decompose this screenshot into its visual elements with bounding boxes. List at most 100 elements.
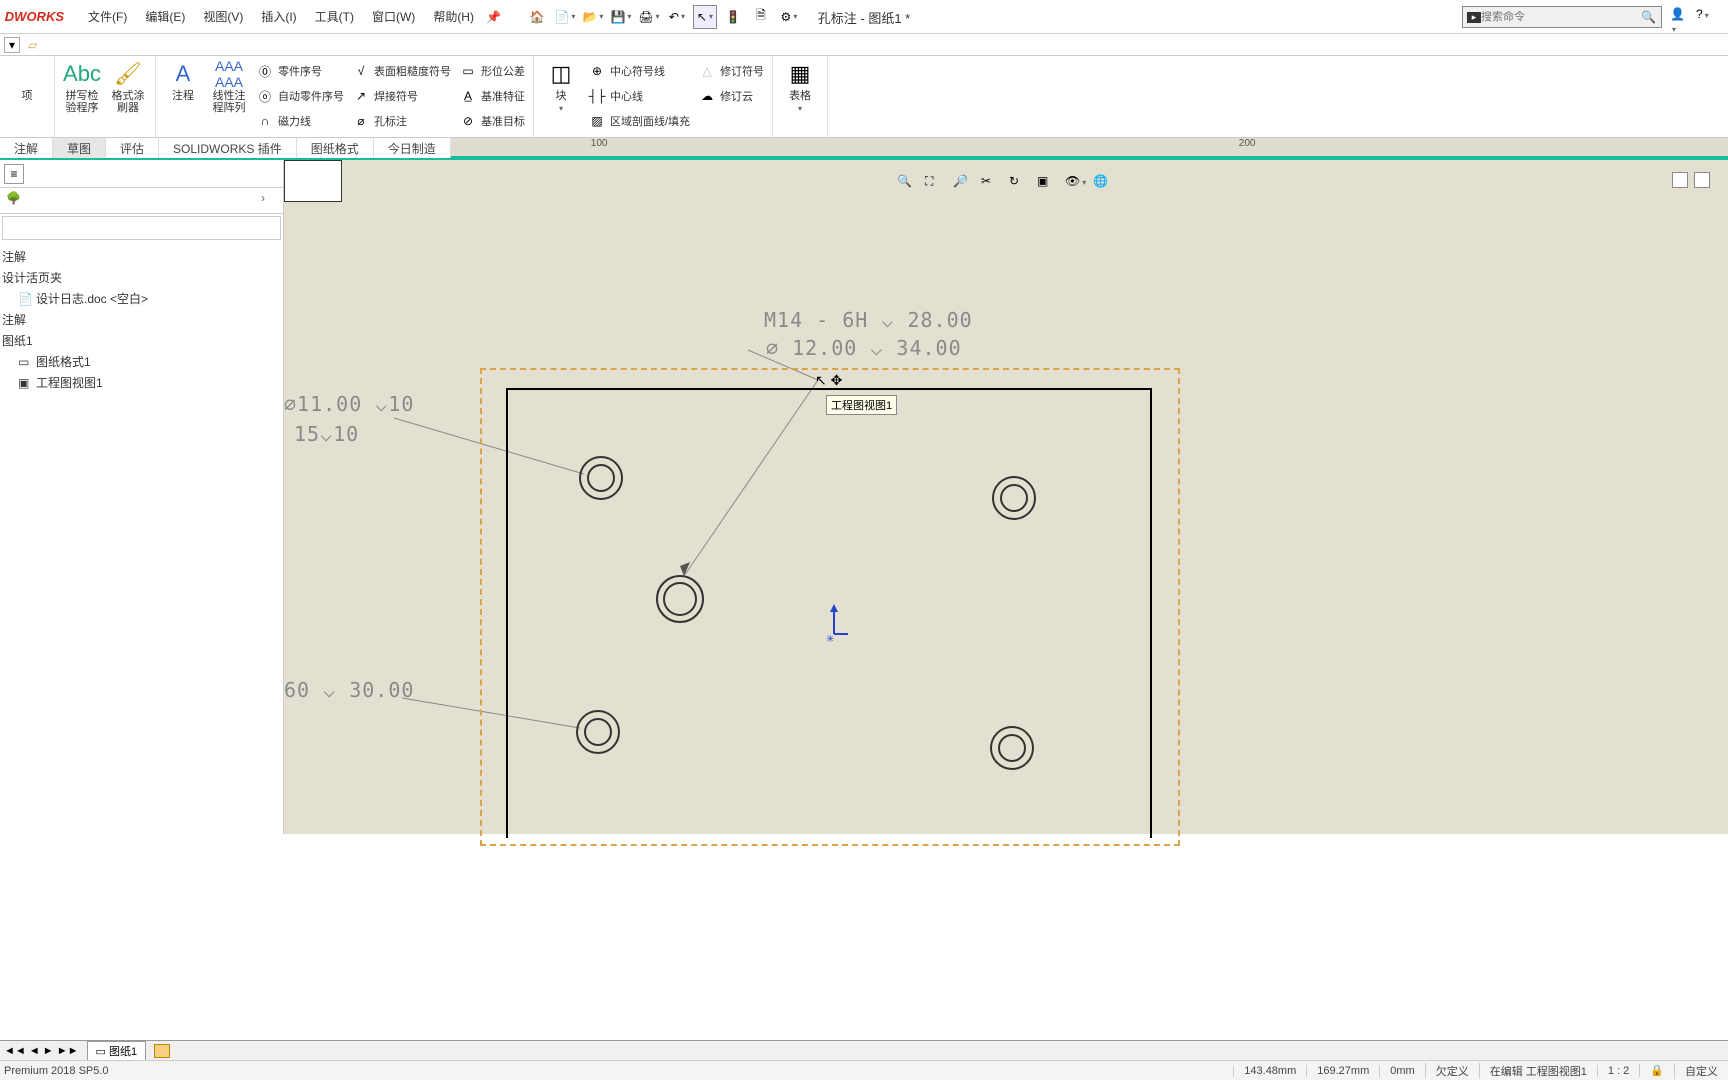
menu-tools[interactable]: 工具(T) <box>315 8 354 25</box>
search-toggle-icon[interactable]: ▸ <box>1467 12 1481 23</box>
tab-evaluate[interactable]: 评估 <box>106 138 159 158</box>
tree-design-binder[interactable]: 设计活页夹 <box>2 267 281 288</box>
zoom-fit-icon[interactable]: 🔍 <box>897 174 919 196</box>
appearance-icon[interactable]: 🌐 <box>1093 174 1115 196</box>
status-xcoord: 143.48mm <box>1233 1065 1306 1077</box>
help-icon[interactable]: ? <box>1696 7 1716 27</box>
tree-drawing-view[interactable]: ▣工程图视图1 <box>2 372 281 393</box>
tree-sheet1[interactable]: 图纸1 <box>2 330 281 351</box>
feature-tree[interactable]: 注解 设计活页夹 📄设计日志.doc <空白> 注解 图纸1 ▭图纸格式1 ▣工… <box>0 242 283 397</box>
options-button[interactable]: 项 <box>6 60 48 133</box>
home-icon[interactable]: 🏠 <box>525 5 549 29</box>
rotate-icon[interactable]: ↻ <box>1009 174 1031 196</box>
select-icon[interactable]: ↖ <box>693 5 717 29</box>
center-mark-button[interactable]: ⊕中心符号线 <box>586 60 692 82</box>
format-painter-button[interactable]: 🖌 格式涂 刷器 <box>107 60 149 133</box>
tab-sheet-format[interactable]: 图纸格式 <box>297 138 374 158</box>
callout-hole-a2[interactable]: 15⌵10 <box>294 422 359 446</box>
menu-window[interactable]: 窗口(W) <box>372 8 415 25</box>
hide-show-icon[interactable]: 👁 <box>1065 174 1087 196</box>
balloon-button[interactable]: ⓪零件序号 <box>254 60 346 82</box>
zoom-area-icon[interactable]: ⛶ <box>925 174 947 196</box>
undo-icon[interactable]: ↶ <box>665 5 689 29</box>
open-icon[interactable]: 📂 <box>581 5 605 29</box>
menu-view[interactable]: 视图(V) <box>203 8 243 25</box>
sheet-tab-bar: ◄◄ ◄ ► ►► ▭ 图纸1 <box>0 1040 1728 1060</box>
tree-design-journal[interactable]: 📄设计日志.doc <空白> <box>2 288 281 309</box>
surface-finish-button[interactable]: √表面粗糙度符号 <box>350 60 453 82</box>
tab-annotation[interactable]: 注解 <box>0 138 53 158</box>
hole-3-inner[interactable] <box>663 582 697 616</box>
geo-tolerance-button[interactable]: ▭形位公差 <box>457 60 527 82</box>
display-style-icon[interactable]: ▣ <box>1037 174 1059 196</box>
spellcheck-button[interactable]: Abc 拼写检 验程序 <box>61 60 103 133</box>
sheet-tab-1[interactable]: ▭ 图纸1 <box>87 1041 147 1060</box>
tab-today[interactable]: 今日制造 <box>374 138 451 158</box>
tree-sheet-format[interactable]: ▭图纸格式1 <box>2 351 281 372</box>
expand-panel-icon[interactable]: › <box>261 191 277 211</box>
menu-edit[interactable]: 编辑(E) <box>145 8 185 25</box>
options-icon[interactable]: ⚙ <box>777 5 801 29</box>
menu-file[interactable]: 文件(F) <box>88 8 127 25</box>
user-icon[interactable]: 👤 <box>1670 7 1690 27</box>
status-scale[interactable]: 1 : 2 <box>1597 1065 1639 1077</box>
svg-text:✳: ✳ <box>826 634 834 644</box>
magnetic-line-button[interactable]: ∩磁力线 <box>254 110 346 132</box>
weld-symbol-button[interactable]: ↗焊接符号 <box>350 85 453 107</box>
callout-hole-b[interactable]: 60 ⌵ 30.00 <box>284 678 414 702</box>
block-button[interactable]: ◫ 块 ▾ <box>540 60 582 133</box>
search-input[interactable] <box>1481 11 1641 23</box>
config-icon[interactable]: ▱ <box>28 38 37 52</box>
panel-tab-tree-icon[interactable]: ≡ <box>4 164 24 184</box>
add-sheet-icon[interactable] <box>154 1044 170 1058</box>
hole-4-inner[interactable] <box>584 718 612 746</box>
menu-insert[interactable]: 插入(I) <box>261 8 296 25</box>
tree-annotations[interactable]: 注解 <box>2 246 281 267</box>
main-area: ≡ 🌳 › 注解 设计活页夹 📄设计日志.doc <空白> 注解 图纸1 ▭图纸… <box>0 160 1728 834</box>
tab-sketch[interactable]: 草图 <box>53 138 106 158</box>
task-tab-2[interactable] <box>1694 172 1710 188</box>
new-icon[interactable]: 📄 <box>553 5 577 29</box>
save-icon[interactable]: 💾 <box>609 5 633 29</box>
file-properties-icon[interactable]: 🗎 <box>749 5 773 29</box>
menu-help[interactable]: 帮助(H) <box>433 8 474 25</box>
feature-manager-panel[interactable]: ≡ 🌳 › 注解 设计活页夹 📄设计日志.doc <空白> 注解 图纸1 ▭图纸… <box>0 160 284 834</box>
block-dropdown-icon[interactable]: ▾ <box>559 104 563 113</box>
document-title: 孔标注 - 图纸1 * <box>818 8 910 27</box>
search-command-box[interactable]: ▸ 🔍 <box>1462 6 1662 28</box>
table-dropdown-icon[interactable]: ▾ <box>798 104 802 113</box>
callout-hole-a1[interactable]: ⌀11.00 ⌵10 <box>284 392 414 416</box>
datum-feature-button[interactable]: A̲基准特征 <box>457 85 527 107</box>
hole-callout-button[interactable]: ⌀孔标注 <box>350 110 453 132</box>
annotation-button[interactable]: A 注程 <box>162 60 204 133</box>
sheet-nav-icon[interactable]: ◄◄ ◄ ► ►► <box>4 1045 79 1057</box>
hole-1-inner[interactable] <box>587 464 615 492</box>
pin-icon[interactable]: 📌 <box>486 10 501 24</box>
status-lock-icon[interactable]: 🔒 <box>1639 1064 1674 1077</box>
search-icon[interactable]: 🔍 <box>1641 10 1656 24</box>
tree-icon[interactable]: 🌳 <box>6 191 26 211</box>
tab-addins[interactable]: SOLIDWORKS 插件 <box>159 138 297 158</box>
config-dropdown[interactable]: ▾ <box>4 37 20 53</box>
drawing-canvas[interactable]: 🔍 ⛶ 🔎 ✂ ↻ ▣ 👁 🌐 M14 - 6H ⌵ 28.00 ⌀ 12.00… <box>284 160 1728 834</box>
callout-thread-1[interactable]: M14 - 6H ⌵ 28.00 <box>764 308 973 332</box>
centerline-button[interactable]: ┤├中心线 <box>586 85 692 107</box>
zoom-prev-icon[interactable]: 🔎 <box>953 174 975 196</box>
status-custom[interactable]: 自定义 <box>1674 1063 1728 1079</box>
revision-cloud-button[interactable]: ☁修订云 <box>696 85 766 107</box>
task-pane-tabs <box>1672 172 1710 188</box>
section-icon[interactable]: ✂ <box>981 174 1003 196</box>
task-tab-1[interactable] <box>1672 172 1688 188</box>
tree-notes[interactable]: 注解 <box>2 309 281 330</box>
hole-5-inner[interactable] <box>998 734 1026 762</box>
area-hatch-button[interactable]: ▨区域剖面线/填充 <box>586 110 692 132</box>
callout-thread-2[interactable]: ⌀ 12.00 ⌵ 34.00 <box>766 336 962 360</box>
tree-search-input[interactable] <box>2 216 281 240</box>
rebuild-icon[interactable]: 🚦 <box>721 5 745 29</box>
hole-2-inner[interactable] <box>1000 484 1028 512</box>
auto-balloon-button[interactable]: ⓞ自动零件序号 <box>254 85 346 107</box>
linear-pattern-button[interactable]: AAAAAA 线性注 程阵列 <box>208 60 250 133</box>
datum-target-button[interactable]: ⊘基准目标 <box>457 110 527 132</box>
table-button[interactable]: ▦ 表格 ▾ <box>779 60 821 133</box>
print-icon[interactable]: 🖨 <box>637 5 661 29</box>
